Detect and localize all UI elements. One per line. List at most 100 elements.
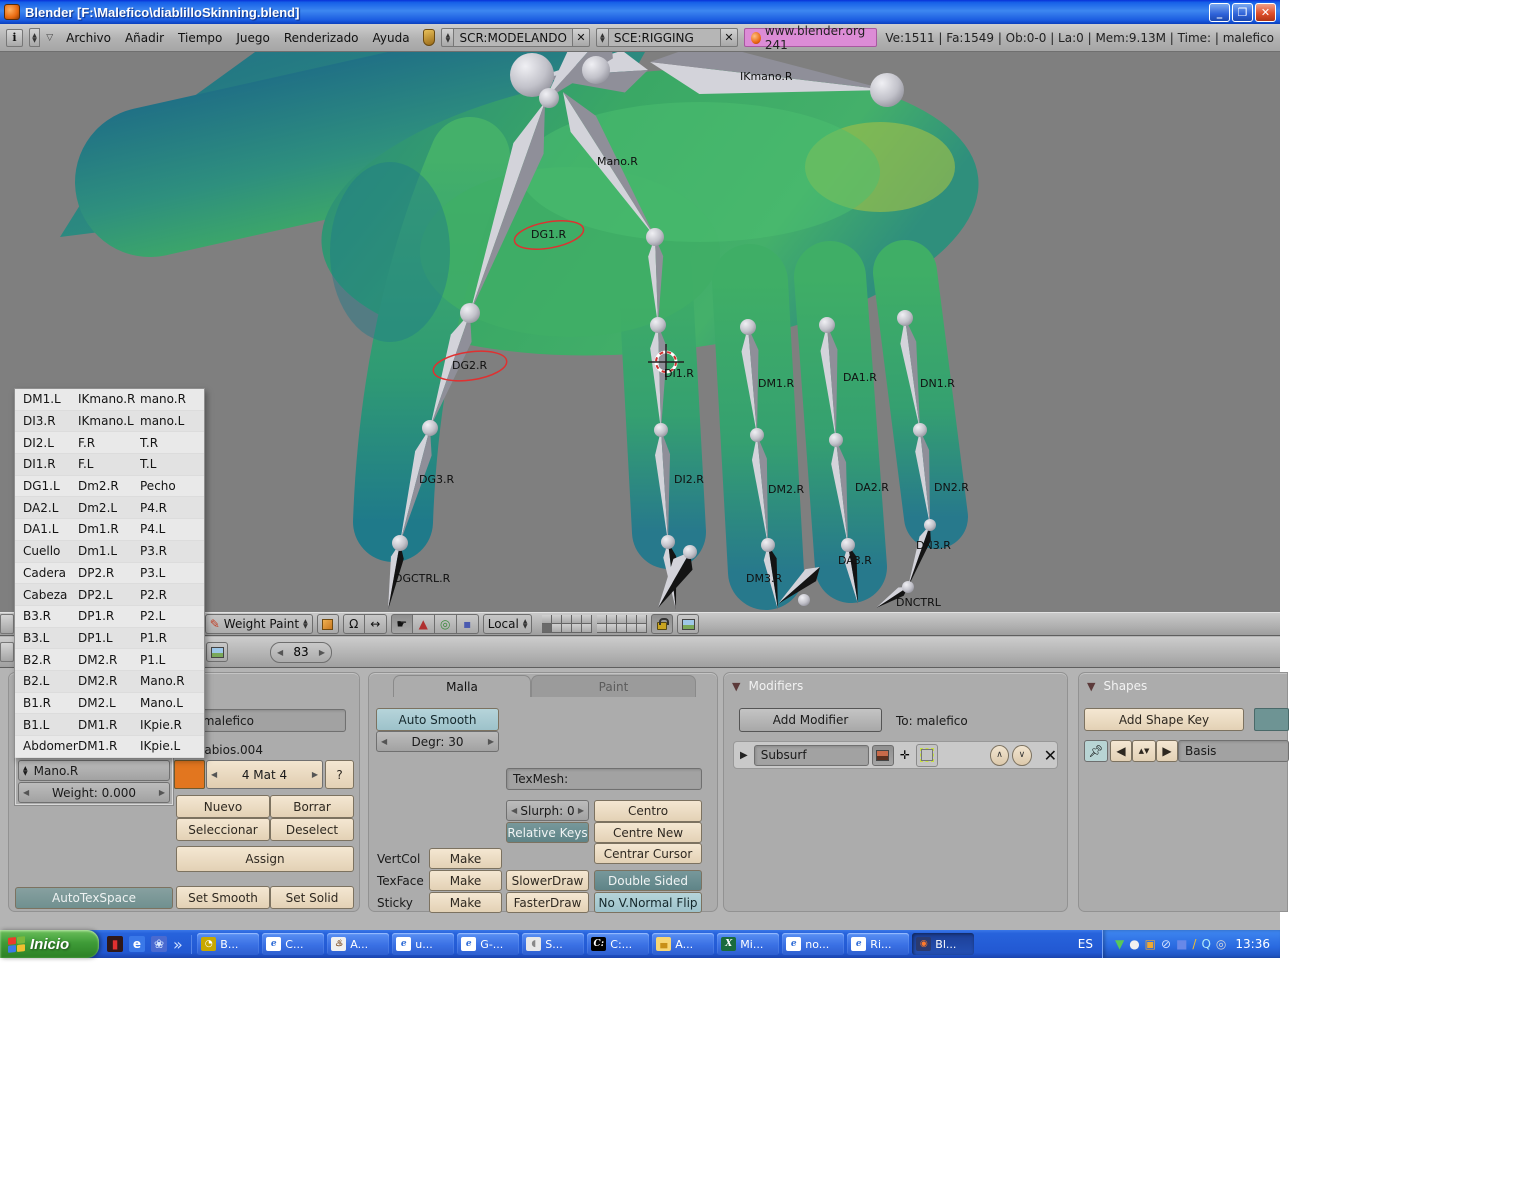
material-index-field[interactable]: ◀ 4 Mat 4 ▶ bbox=[206, 760, 323, 789]
slowerdraw-button[interactable]: SlowerDraw bbox=[506, 870, 589, 891]
double-sided-toggle[interactable]: Double Sided bbox=[594, 870, 702, 891]
screen-name[interactable]: SCR:MODELANDO bbox=[454, 28, 573, 47]
popup-row[interactable]: Cuello Dm1.L P3.R bbox=[15, 540, 204, 563]
layer-cell[interactable] bbox=[617, 615, 628, 624]
tray-icon[interactable]: ▣ bbox=[1145, 938, 1156, 950]
texmesh-field[interactable]: TexMesh: bbox=[506, 768, 702, 790]
popup-row[interactable]: Cadera DP2.R P3.L bbox=[15, 563, 204, 585]
auto-smooth-toggle[interactable]: Auto Smooth bbox=[376, 708, 499, 731]
popup-item[interactable]: Cuello bbox=[15, 544, 78, 558]
popup-item[interactable]: B2.R bbox=[15, 653, 78, 667]
taskbar-task-s[interactable]: ◖ S... bbox=[522, 933, 585, 955]
taskbar-task-ri[interactable]: e Ri... bbox=[847, 933, 910, 955]
popup-row[interactable]: B2.R DM2.R P1.L bbox=[15, 649, 204, 671]
tray-icon[interactable]: / bbox=[1192, 938, 1196, 950]
add-shape-key-button[interactable]: Add Shape Key bbox=[1084, 708, 1244, 731]
taskbar-task-c[interactable]: C: C:... bbox=[587, 933, 650, 955]
layer-buttons[interactable] bbox=[542, 615, 648, 633]
popup-row[interactable]: B1.R DM2.L Mano.L bbox=[15, 693, 204, 715]
popup-row[interactable]: DM1.L IKmano.R mano.R bbox=[15, 389, 204, 411]
tray-icon[interactable]: ▼ bbox=[1115, 938, 1124, 950]
layer-cell[interactable] bbox=[562, 615, 573, 624]
popup-item[interactable]: F.R bbox=[78, 436, 140, 450]
popup-item[interactable]: P2.R bbox=[140, 588, 204, 602]
modifier-down-icon[interactable]: ∨ bbox=[1012, 744, 1032, 766]
window-type-stepper[interactable]: ▲ ▼ bbox=[29, 28, 41, 47]
modifier-edit-icon[interactable]: ✛ bbox=[894, 745, 916, 766]
popup-item[interactable]: B3.L bbox=[15, 631, 78, 645]
modifier-delete-icon[interactable]: ✕ bbox=[1044, 746, 1057, 765]
layer-cell[interactable] bbox=[607, 624, 618, 633]
vertex-group-dropdown[interactable]: ▲ ▼ Mano.R bbox=[18, 760, 170, 781]
close-button[interactable]: ✕ bbox=[1255, 2, 1276, 22]
restore-button[interactable]: ❐ bbox=[1232, 2, 1253, 22]
popup-item[interactable]: Dm1.L bbox=[78, 544, 140, 558]
centre-new-button[interactable]: Centre New bbox=[594, 822, 702, 843]
popup-item[interactable]: DI1.R bbox=[15, 457, 78, 471]
popup-item[interactable]: T.R bbox=[140, 436, 204, 450]
buttons-window-type-icon[interactable] bbox=[0, 642, 14, 662]
popup-item[interactable]: DM2.R bbox=[78, 653, 140, 667]
layer-cell[interactable] bbox=[572, 615, 583, 624]
popup-row[interactable]: Abdomen DM1.R IKpie.L bbox=[15, 736, 204, 758]
vertcol-make-button[interactable]: Make bbox=[429, 848, 502, 869]
popup-item[interactable]: T.L bbox=[140, 457, 204, 471]
frame-right-arrow-icon[interactable]: ▶ bbox=[319, 648, 325, 657]
proportional-edit-icon[interactable]: Ω bbox=[342, 614, 365, 634]
popup-row[interactable]: Cabeza DP2.L P2.R bbox=[15, 584, 204, 606]
rotate-manipulator-icon[interactable]: ◎ bbox=[434, 614, 457, 634]
material-color-swatch[interactable] bbox=[174, 760, 205, 789]
popup-item[interactable]: P2.L bbox=[140, 609, 204, 623]
draw-type-icon[interactable] bbox=[316, 614, 339, 634]
popup-row[interactable]: B2.L DM2.R Mano.R bbox=[15, 670, 204, 693]
popup-item[interactable]: Dm2.L bbox=[78, 501, 140, 515]
popup-item[interactable]: Mano.R bbox=[140, 674, 204, 688]
layer-cell[interactable] bbox=[627, 615, 638, 624]
layer-cell[interactable] bbox=[597, 615, 608, 624]
nuevo-button[interactable]: Nuevo bbox=[176, 795, 270, 818]
orientation-dropdown[interactable]: Local ▲ ▼ bbox=[482, 614, 533, 634]
popup-item[interactable]: DM2.L bbox=[78, 696, 140, 710]
taskbar-task-bl[interactable]: ◉ Bl... bbox=[912, 933, 975, 955]
menu-añadir[interactable]: Añadir bbox=[118, 31, 171, 45]
screen-stepper-icon[interactable]: ▲ ▼ bbox=[441, 28, 455, 47]
popup-item[interactable]: DP2.L bbox=[78, 588, 140, 602]
popup-item[interactable]: B1.R bbox=[15, 696, 78, 710]
popup-row[interactable]: DI3.R IKmano.L mano.L bbox=[15, 410, 204, 433]
shapes-collapse-icon[interactable]: ▼ bbox=[1087, 680, 1095, 693]
taskbar-task-no[interactable]: e no... bbox=[782, 933, 845, 955]
scene-delete-icon[interactable]: ✕ bbox=[720, 28, 738, 47]
translate-manipulator-icon[interactable]: ▲ bbox=[412, 614, 435, 634]
screen-delete-icon[interactable]: ✕ bbox=[572, 28, 590, 47]
quick-launch-overflow-icon[interactable]: » bbox=[173, 935, 183, 954]
popup-item[interactable]: DP1.L bbox=[78, 631, 140, 645]
seleccionar-button[interactable]: Seleccionar bbox=[176, 818, 270, 841]
popup-row[interactable]: DA1.L Dm1.R P4.L bbox=[15, 519, 204, 541]
popup-item[interactable]: DI2.L bbox=[15, 436, 78, 450]
layer-cell[interactable] bbox=[552, 615, 563, 624]
modifier-editmode-icon[interactable] bbox=[915, 743, 938, 767]
modifiers-collapse-icon[interactable]: ▼ bbox=[732, 680, 740, 693]
popup-item[interactable]: P3.R bbox=[140, 544, 204, 558]
menu-ayuda[interactable]: Ayuda bbox=[366, 31, 417, 45]
layer-cell[interactable] bbox=[637, 624, 648, 633]
render-preview-icon[interactable] bbox=[677, 614, 700, 634]
layer-cell[interactable] bbox=[542, 624, 553, 633]
relative-keys-toggle[interactable]: Relative Keys bbox=[506, 822, 589, 843]
popup-item[interactable]: Dm2.R bbox=[78, 479, 140, 493]
quick-launch-icon[interactable]: ▮ bbox=[107, 936, 123, 952]
menu-juego[interactable]: Juego bbox=[229, 31, 277, 45]
manipulator-hand-icon[interactable]: ☛ bbox=[390, 614, 413, 634]
popup-item[interactable]: P4.L bbox=[140, 522, 204, 536]
shading-panel-icon[interactable] bbox=[206, 642, 228, 662]
popup-item[interactable]: IKpie.R bbox=[140, 718, 204, 732]
taskbar-task-g[interactable]: e G-... bbox=[457, 933, 520, 955]
shape-next-icon[interactable]: ▶ bbox=[1156, 740, 1178, 762]
tray-icon[interactable]: ◎ bbox=[1216, 938, 1226, 950]
viewport-type-icon[interactable] bbox=[0, 614, 14, 634]
popup-item[interactable]: DA1.L bbox=[15, 522, 78, 536]
blender-logo-icon[interactable] bbox=[422, 29, 436, 46]
popup-item[interactable]: DM1.L bbox=[15, 392, 78, 406]
modifier-up-icon[interactable]: ∧ bbox=[989, 744, 1010, 766]
popup-item[interactable]: DM1.R bbox=[78, 718, 140, 732]
